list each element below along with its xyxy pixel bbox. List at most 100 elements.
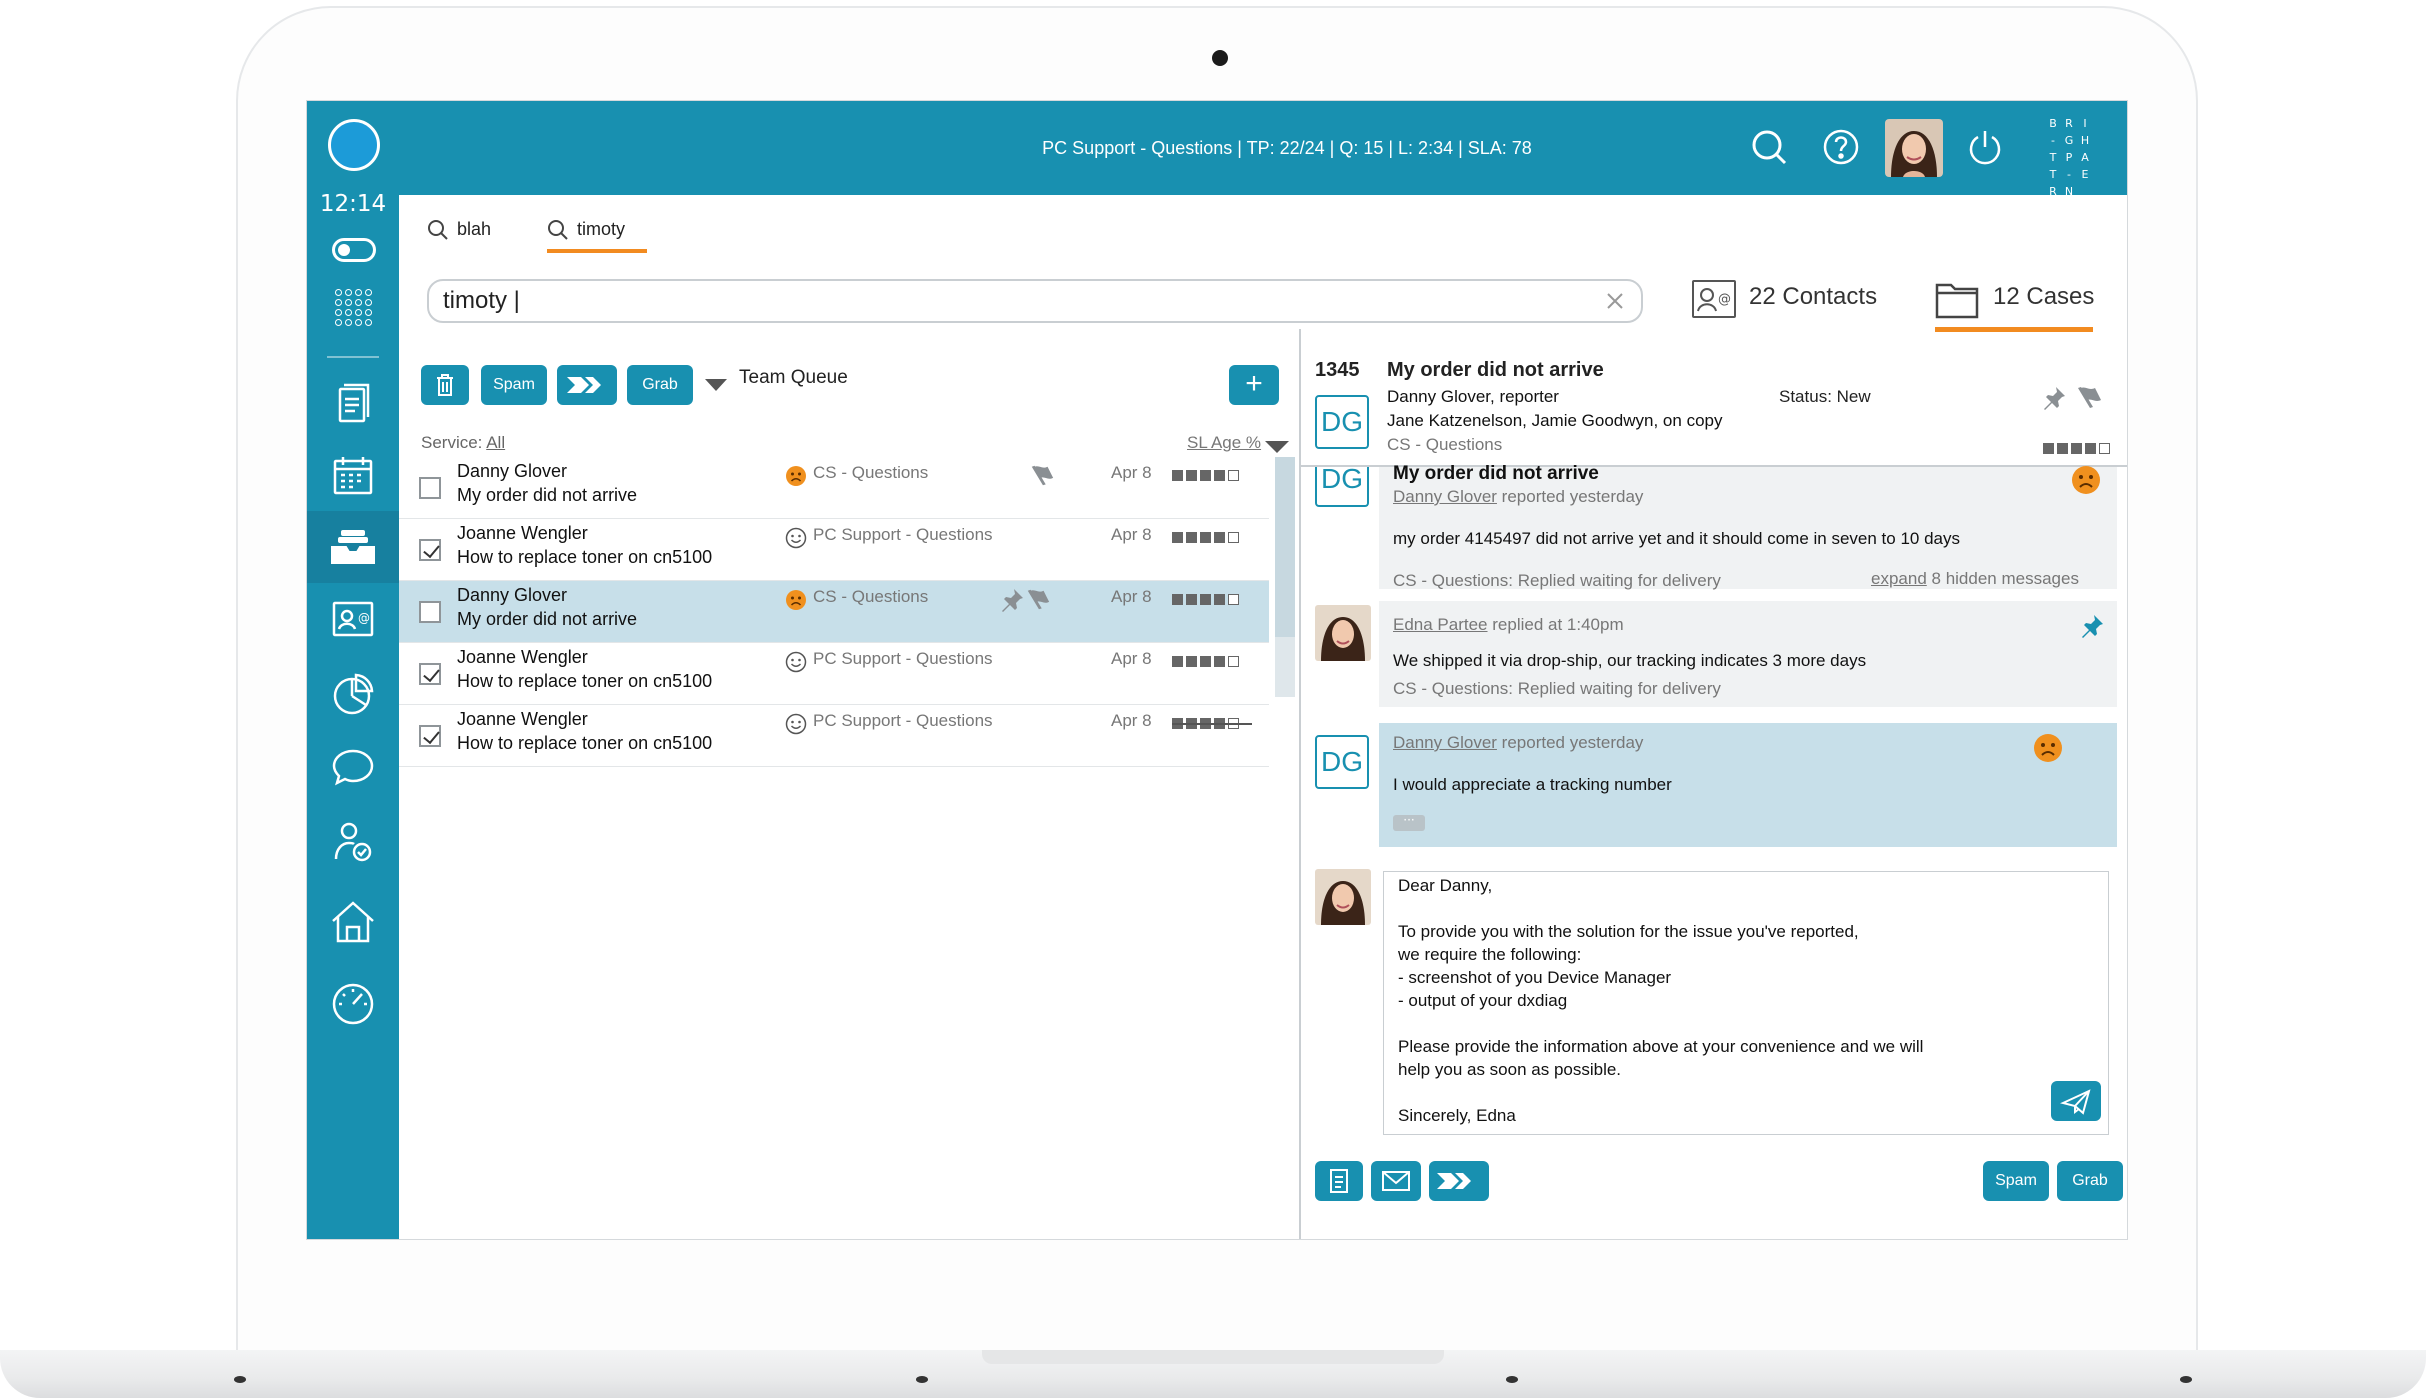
sl-square — [1186, 532, 1197, 543]
pinned-icon[interactable] — [2079, 613, 2105, 639]
home-icon[interactable] — [328, 897, 378, 947]
message-body: We shipped it via drop-ship, our trackin… — [1393, 651, 1867, 670]
reply-editor[interactable]: Dear Danny, To provide you with the solu… — [1383, 871, 2109, 1135]
reports-pie-icon[interactable] — [328, 669, 378, 719]
row-contact-name: Joanne Wengler — [457, 709, 588, 729]
power-icon[interactable] — [1965, 127, 2005, 167]
forward-button[interactable] — [557, 365, 617, 405]
table-row[interactable]: Danny Glover My order did not arrive CS - … — [399, 581, 1269, 643]
queue-dropdown-caret[interactable] — [705, 379, 727, 391]
help-icon[interactable] — [1821, 127, 1861, 167]
search-tab-timoty[interactable]: timoty — [547, 213, 647, 253]
row-date: Apr 8 — [1111, 587, 1152, 606]
list-scrollbar-thumb[interactable] — [1275, 457, 1295, 637]
reporter-initials-avatar: DG — [1315, 395, 1369, 449]
user-check-icon[interactable] — [328, 817, 378, 867]
documents-icon[interactable] — [328, 379, 378, 429]
row-subject: How to replace toner on cn5100 — [457, 671, 713, 691]
sl-square — [1172, 656, 1183, 667]
happy-face-icon — [785, 713, 807, 735]
message-meta: Danny Glover reported yesterday — [1393, 733, 1644, 752]
document-icon — [1330, 1169, 1348, 1193]
brand-logo: BRI -GH TPA T-E RN — [2049, 117, 2090, 198]
message-status: CS - Questions: Replied waiting for deli… — [1393, 571, 1721, 590]
calendar-icon[interactable] — [328, 451, 378, 501]
message-reporter: My order did not arrive Danny Glover rep… — [1379, 463, 2117, 590]
row-checkbox[interactable] — [419, 601, 441, 623]
send-button[interactable] — [2051, 1081, 2101, 1121]
laptop-foot — [1506, 1376, 1518, 1383]
add-case-button[interactable]: + — [1229, 365, 1279, 405]
dashboard-gauge-icon[interactable] — [328, 979, 378, 1029]
flag-icon[interactable] — [2075, 385, 2103, 411]
queue-selector[interactable]: Team Queue — [739, 367, 848, 389]
user-avatar[interactable] — [1885, 119, 1943, 177]
trash-icon — [437, 374, 453, 396]
search-input[interactable]: timoty | — [427, 279, 1643, 323]
row-sl-indicator — [1172, 532, 1242, 544]
row-checkbox[interactable] — [419, 663, 441, 685]
message-title: My order did not arrive — [1393, 463, 1599, 484]
sl-strike — [1172, 723, 1252, 725]
apps-grid-icon[interactable] — [335, 289, 372, 326]
spam-button[interactable]: Spam — [481, 365, 547, 405]
row-checkbox[interactable] — [419, 477, 441, 499]
row-flags — [999, 649, 1059, 675]
case-grab-button[interactable]: Grab — [2057, 1161, 2123, 1201]
contacts-icon[interactable]: @ — [328, 595, 378, 645]
cases-results-tab[interactable]: 12 Cases — [1935, 273, 2115, 329]
sort-caret[interactable] — [1265, 441, 1289, 453]
sl-square — [1172, 594, 1183, 605]
expand-quoted-button[interactable]: ··· — [1393, 814, 1425, 831]
inbox-icon[interactable] — [328, 523, 378, 573]
queue-status-bar: PC Support - Questions | TP: 22/24 | Q: … — [1042, 138, 1532, 158]
pin-icon[interactable] — [999, 587, 1025, 613]
table-row[interactable]: Joanne Wengler How to replace toner on cn… — [399, 519, 1269, 581]
agent-status-indicator[interactable] — [328, 119, 380, 171]
row-checkbox[interactable] — [419, 539, 441, 561]
sort-sl-age[interactable]: SL Age % — [1187, 433, 1261, 453]
pin-icon[interactable] — [2041, 385, 2067, 411]
row-flags — [999, 525, 1059, 551]
row-sl-indicator — [1172, 470, 1242, 482]
search-tab-blah[interactable]: blah — [427, 213, 507, 245]
reply-text[interactable]: Dear Danny, To provide you with the solu… — [1398, 874, 1923, 1127]
contacts-results-tab[interactable]: @ 22 Contacts — [1687, 273, 1887, 329]
availability-toggle[interactable] — [332, 238, 376, 262]
clear-search-icon[interactable] — [1603, 289, 1627, 313]
case-title: My order did not arrive — [1387, 359, 1604, 381]
table-row[interactable]: Joanne Wengler How to replace toner on cn… — [399, 643, 1269, 705]
sl-square — [1228, 470, 1239, 481]
chat-icon[interactable] — [328, 743, 378, 793]
expand-link[interactable]: expand — [1871, 569, 1927, 588]
search-icon[interactable] — [1749, 127, 1789, 167]
row-flags — [999, 711, 1059, 737]
table-row[interactable]: Danny Glover My order did not arrive CS - … — [399, 457, 1269, 519]
message-status: CS - Questions: Replied waiting for deli… — [1393, 679, 1721, 698]
table-row[interactable]: Joanne Wengler How to replace toner on cn… — [399, 705, 1269, 767]
notes-button[interactable] — [1315, 1161, 1363, 1201]
sl-square — [1172, 470, 1183, 481]
search-tab-icon — [548, 220, 568, 240]
search-query: timoty | — [443, 287, 520, 314]
row-checkbox[interactable] — [419, 725, 441, 747]
delete-button[interactable] — [421, 365, 469, 405]
grab-button[interactable]: Grab — [627, 365, 693, 405]
row-date: Apr 8 — [1111, 711, 1152, 730]
case-number: 1345 — [1315, 359, 1360, 381]
flag-icon[interactable] — [1025, 587, 1051, 613]
author-link[interactable]: Danny Glover — [1393, 733, 1497, 752]
sl-square — [2099, 443, 2110, 454]
sl-square — [1200, 594, 1211, 605]
email-button[interactable] — [1371, 1161, 1421, 1201]
author-link[interactable]: Edna Partee — [1393, 615, 1488, 634]
forward-case-button[interactable] — [1429, 1161, 1489, 1201]
case-spam-button[interactable]: Spam — [1983, 1161, 2049, 1201]
flag-icon[interactable] — [1029, 463, 1055, 489]
expand-hidden[interactable]: expand 8 hidden messages — [1871, 569, 2079, 589]
sl-square — [1200, 656, 1211, 667]
service-filter[interactable]: Service: All — [421, 433, 505, 453]
row-date: Apr 8 — [1111, 463, 1152, 482]
case-copy: Jane Katzenelson, Jamie Goodwyn, on copy — [1387, 411, 1723, 430]
author-link[interactable]: Danny Glover — [1393, 487, 1497, 506]
